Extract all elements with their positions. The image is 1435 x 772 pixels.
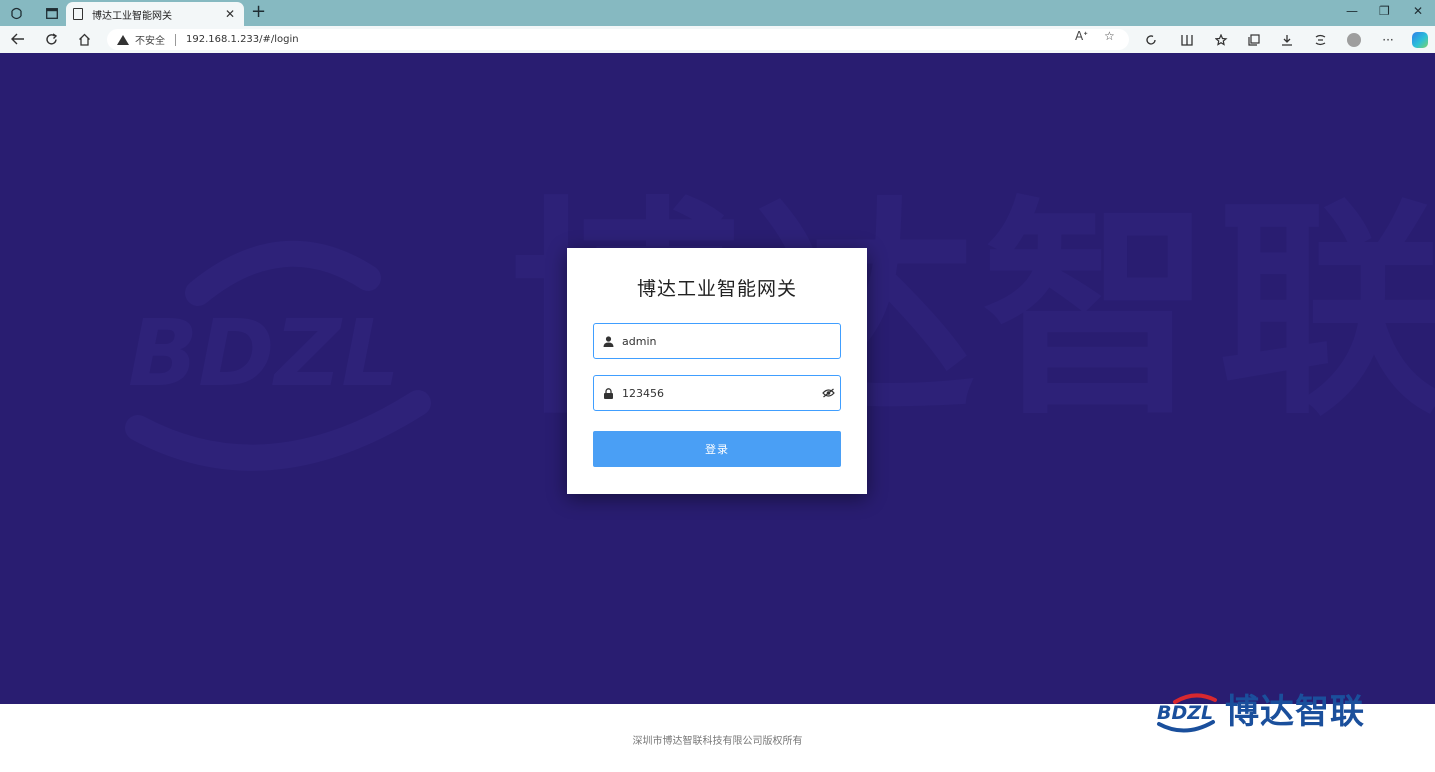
user-icon bbox=[594, 335, 622, 347]
bdzl-logo: BDZL bbox=[1157, 693, 1217, 733]
tab-title: 博达工业智能网关 bbox=[92, 10, 172, 22]
minimize-icon[interactable]: — bbox=[1346, 4, 1358, 18]
restore-icon[interactable]: ❐ bbox=[1379, 4, 1390, 18]
split-screen-icon[interactable] bbox=[1177, 30, 1197, 50]
username-field[interactable] bbox=[593, 323, 841, 359]
copilot-icon[interactable] bbox=[1410, 30, 1430, 50]
favorite-star-icon[interactable]: ☆ bbox=[1104, 29, 1115, 43]
url-text[interactable]: 192.168.1.233/#/login bbox=[186, 34, 299, 45]
security-label[interactable]: 不安全 bbox=[135, 32, 165, 47]
svg-text:BDZL: BDZL bbox=[1157, 702, 1213, 724]
home-icon[interactable] bbox=[74, 29, 94, 49]
login-card: 博达工业智能网关 登录 bbox=[567, 248, 867, 494]
page-icon bbox=[73, 8, 83, 20]
svg-text:BDZL: BDZL bbox=[128, 300, 400, 407]
reload-tab-icon[interactable] bbox=[1141, 30, 1161, 50]
login-title: 博达工业智能网关 bbox=[636, 278, 797, 300]
profile-avatar[interactable] bbox=[1344, 30, 1364, 50]
password-input[interactable] bbox=[622, 376, 816, 410]
brand-name: 博达智联 bbox=[1225, 692, 1365, 732]
favorites-icon[interactable] bbox=[1211, 30, 1231, 50]
browser-tab[interactable]: 博达工业智能网关 ✕ bbox=[66, 2, 244, 26]
divider bbox=[175, 33, 176, 46]
back-icon[interactable] bbox=[8, 29, 28, 49]
more-menu-icon[interactable]: ··· bbox=[1378, 30, 1398, 50]
downloads-icon[interactable] bbox=[1277, 30, 1297, 50]
login-background: BDZL 博达智联 博达工业智能网关 登录 bbox=[0, 53, 1435, 704]
username-input[interactable] bbox=[622, 324, 840, 358]
warning-icon[interactable] bbox=[117, 34, 129, 45]
toggle-password-visibility-icon[interactable] bbox=[816, 388, 840, 398]
lock-icon bbox=[594, 387, 622, 399]
watermark-logo: BDZL bbox=[125, 240, 431, 471]
footer-brand: BDZL 博达智联 bbox=[1155, 686, 1385, 738]
workspaces-icon[interactable] bbox=[5, 2, 27, 24]
extensions-icon[interactable] bbox=[1310, 30, 1330, 50]
tab-actions-icon[interactable] bbox=[41, 2, 63, 24]
close-tab-icon[interactable]: ✕ bbox=[223, 7, 237, 21]
new-tab-icon[interactable]: + bbox=[251, 3, 266, 21]
address-bar[interactable]: 不安全 192.168.1.233/#/login Aᐩ ☆ bbox=[107, 29, 1129, 50]
login-button[interactable]: 登录 bbox=[593, 431, 841, 467]
read-aloud-icon[interactable]: Aᐩ bbox=[1075, 29, 1088, 43]
window-close-icon[interactable]: ✕ bbox=[1413, 4, 1423, 18]
password-field[interactable] bbox=[593, 375, 841, 411]
refresh-icon[interactable] bbox=[41, 29, 61, 49]
collections-icon[interactable] bbox=[1244, 30, 1264, 50]
